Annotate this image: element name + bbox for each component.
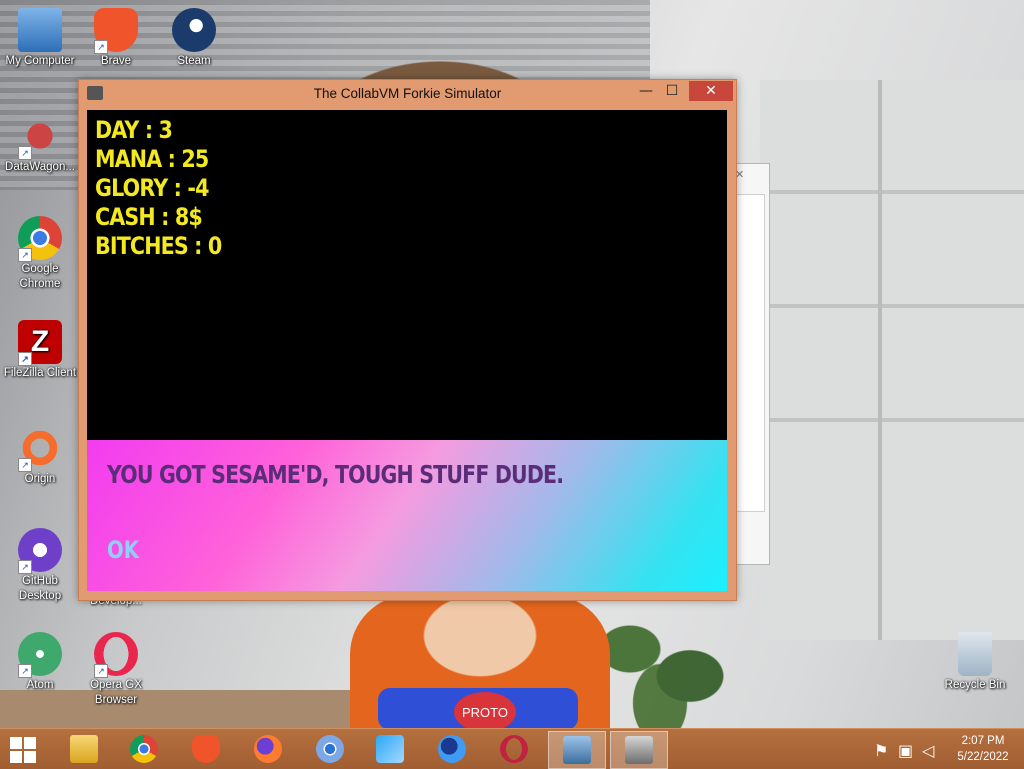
stats-panel: DAY : 3 MANA : 25 GLORY : -4 CASH : 8$ B…	[95, 116, 222, 261]
background-window-content	[735, 194, 765, 512]
shortcut-arrow-icon: ↗	[18, 352, 32, 366]
desktop-icon-opera-gx[interactable]: ↗ Opera GX Browser	[76, 632, 156, 708]
desktop-icon-datawagon[interactable]: ↗ DataWagon...	[0, 114, 80, 175]
desktop-icon-label: FileZilla Client	[3, 367, 77, 379]
atom-icon: ↗	[18, 632, 62, 678]
stat-day: DAY : 3	[95, 116, 173, 144]
desktop-icon-github-desktop[interactable]: ↗ GitHub Desktop	[0, 528, 80, 604]
maximize-button[interactable]: ☐	[657, 81, 687, 101]
desktop-icon-label: My Computer	[5, 55, 75, 67]
desktop-icon-label: Atom	[26, 679, 54, 691]
desktop-icon-my-computer[interactable]: My Computer	[0, 8, 80, 69]
network-icon[interactable]: ▣	[898, 741, 913, 760]
firefox-icon	[254, 735, 282, 763]
close-button[interactable]: ✕	[689, 81, 733, 101]
shortcut-arrow-icon: ↗	[18, 248, 32, 262]
shortcut-arrow-icon: ↗	[18, 664, 32, 678]
shortcut-arrow-icon: ↗	[18, 146, 32, 160]
github-icon: ↗	[18, 528, 62, 574]
desktop-icon-label: Opera GX Browser	[90, 679, 142, 706]
opera-icon	[500, 735, 528, 763]
shortcut-arrow-icon: ↗	[18, 560, 32, 574]
filezilla-icon: Z ↗	[18, 320, 62, 366]
forkie-simulator-icon	[625, 736, 653, 764]
firefox-dev-icon	[438, 735, 466, 763]
desktop-icon-label: Google Chrome	[19, 263, 61, 290]
taskbar-app-firefox-dev[interactable]	[424, 731, 480, 767]
desktop-icon-origin[interactable]: ↗ Origin	[0, 426, 80, 487]
message-dialog: YOU GOT SESAME'D, TOUGH STUFF DUDE. OK	[87, 440, 727, 591]
origin-icon: ↗	[18, 426, 62, 472]
taskbar-app-opera[interactable]	[486, 731, 542, 767]
taskbar-app-firefox[interactable]	[240, 731, 296, 767]
windows-logo-pane	[24, 737, 36, 749]
steam-icon	[172, 8, 216, 52]
stat-glory: GLORY : -4	[95, 174, 209, 202]
clock-date: 5/22/2022	[957, 751, 1009, 763]
recycle-bin-icon	[958, 632, 992, 676]
desktop-icon-brave[interactable]: ↗ Brave	[76, 8, 156, 69]
taskbar-app-chrome[interactable]	[116, 731, 172, 767]
desktop-icon-google-chrome[interactable]: ↗ Google Chrome	[0, 216, 80, 292]
start-button[interactable]	[6, 735, 40, 763]
taskbar-clock[interactable]: 2:07 PM 5/22/2022	[950, 733, 1016, 765]
chromium-icon	[316, 735, 344, 763]
wallpaper-proto-badge: PROTO	[454, 692, 516, 732]
windows-logo-icon	[10, 737, 22, 749]
desktop-icon-label: Brave	[100, 55, 132, 67]
wallpaper-tiles	[760, 80, 1024, 640]
taskbar-app-brave[interactable]	[178, 731, 234, 767]
desktop-icon-label: Recycle Bin	[944, 679, 1006, 691]
desktop-icon-filezilla[interactable]: Z ↗ FileZilla Client	[0, 320, 80, 381]
action-center-icon[interactable]: ⚑	[874, 741, 888, 760]
chrome-icon: ↗	[18, 216, 62, 262]
taskbar: ⚑ ▣ ◁ 2:07 PM 5/22/2022	[0, 728, 1024, 769]
shortcut-arrow-icon: ↗	[94, 40, 108, 54]
stat-bitches: BITCHES : 0	[95, 232, 222, 260]
opera-gx-icon: ↗	[94, 632, 138, 678]
taskbar-app-xcode-like[interactable]	[362, 731, 418, 767]
volume-muted-icon[interactable]: ◁	[922, 741, 934, 760]
clock-time: 2:07 PM	[961, 735, 1005, 747]
taskbar-app-file-explorer[interactable]	[56, 731, 112, 767]
windows-logo-pane	[24, 751, 36, 763]
desktop-icon-label: Origin	[24, 473, 56, 485]
brave-icon: ↗	[94, 8, 138, 54]
desktop-icon-label: GitHub Desktop	[18, 575, 62, 602]
datawagon-icon: ↗	[18, 114, 62, 160]
wallpaper-table	[0, 690, 400, 730]
chrome-icon	[130, 735, 158, 763]
dialog-message: YOU GOT SESAME'D, TOUGH STUFF DUDE.	[107, 460, 564, 489]
forkie-simulator-window[interactable]: The CollabVM Forkie Simulator — ☐ ✕ DAY …	[78, 79, 737, 601]
desktop-icon-label: DataWagon...	[5, 161, 75, 173]
taskbar-app-chromium[interactable]	[302, 731, 358, 767]
game-canvas[interactable]: DAY : 3 MANA : 25 GLORY : -4 CASH : 8$ B…	[87, 110, 727, 591]
brave-icon	[192, 735, 220, 763]
stat-cash: CASH : 8$	[95, 203, 203, 231]
taskbar-app-network-setup[interactable]	[548, 731, 606, 769]
ok-button[interactable]: OK	[107, 536, 139, 564]
desktop-icon-atom[interactable]: ↗ Atom	[0, 632, 80, 693]
file-explorer-icon	[70, 735, 98, 763]
stat-mana: MANA : 25	[95, 145, 209, 173]
desktop-icon-label: Steam	[177, 55, 211, 67]
xcode-like-icon	[376, 735, 404, 763]
window-titlebar[interactable]: The CollabVM Forkie Simulator — ☐ ✕	[79, 80, 736, 108]
computer-icon	[18, 8, 62, 52]
shortcut-arrow-icon: ↗	[18, 458, 32, 472]
windows-logo-pane	[10, 751, 22, 763]
taskbar-app-forkie-simulator[interactable]	[610, 731, 668, 769]
shortcut-arrow-icon: ↗	[94, 664, 108, 678]
desktop-icon-steam[interactable]: Steam	[154, 8, 234, 69]
network-setup-icon	[563, 736, 591, 764]
desktop-icon-recycle-bin[interactable]: Recycle Bin	[935, 632, 1015, 693]
